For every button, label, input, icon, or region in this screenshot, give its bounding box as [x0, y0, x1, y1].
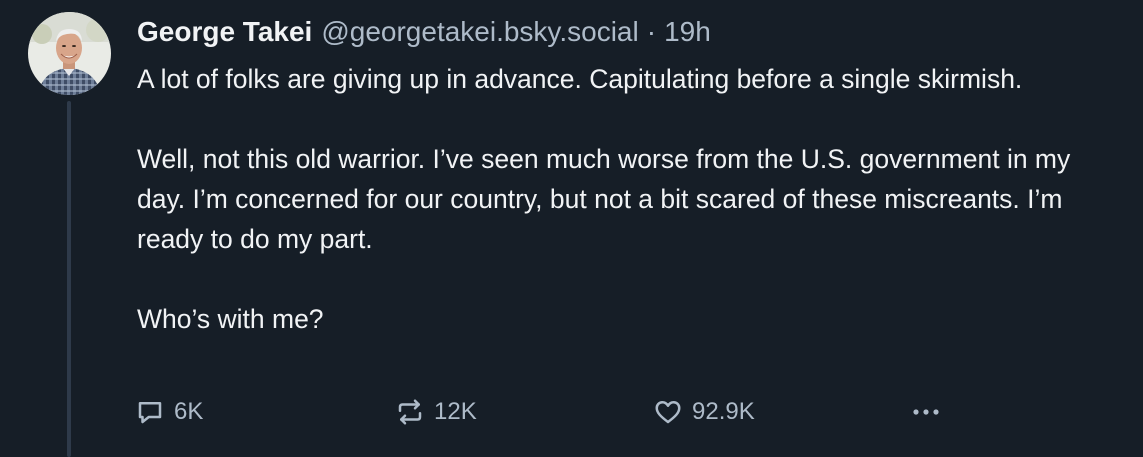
post-timestamp[interactable]: 19h	[664, 12, 711, 52]
heart-icon	[652, 396, 684, 428]
reply-count: 6K	[174, 398, 204, 425]
repost-icon	[394, 396, 426, 428]
like-button[interactable]: 92.9K	[652, 391, 755, 433]
thread-line	[67, 101, 71, 457]
header-separator: ·	[646, 16, 657, 47]
repost-count: 12K	[434, 398, 477, 425]
post-text: A lot of folks are giving up in advance.…	[137, 59, 1117, 339]
author-avatar[interactable]	[28, 12, 111, 95]
post-paragraph-1: A lot of folks are giving up in advance.…	[137, 64, 1023, 94]
more-options-button[interactable]	[908, 391, 944, 433]
post-paragraph-3: Who’s with me?	[137, 304, 324, 334]
repost-button[interactable]: 12K	[394, 391, 477, 433]
author-display-name[interactable]: George Takei	[137, 12, 312, 52]
user-avatar	[28, 12, 111, 95]
reply-icon	[134, 396, 166, 428]
post-paragraph-2: Well, not this old warrior. I’ve seen mu…	[137, 144, 1071, 254]
post-header: George Takei @georgetakei.bsky.social · …	[137, 12, 711, 52]
more-options-icon	[908, 396, 944, 428]
like-count: 92.9K	[692, 398, 755, 425]
reply-button[interactable]: 6K	[134, 391, 203, 433]
post[interactable]: George Takei @georgetakei.bsky.social · …	[0, 0, 1143, 457]
post-actions: 6K 12K 92.9K	[134, 391, 954, 433]
author-handle[interactable]: @georgetakei.bsky.social	[321, 12, 638, 52]
